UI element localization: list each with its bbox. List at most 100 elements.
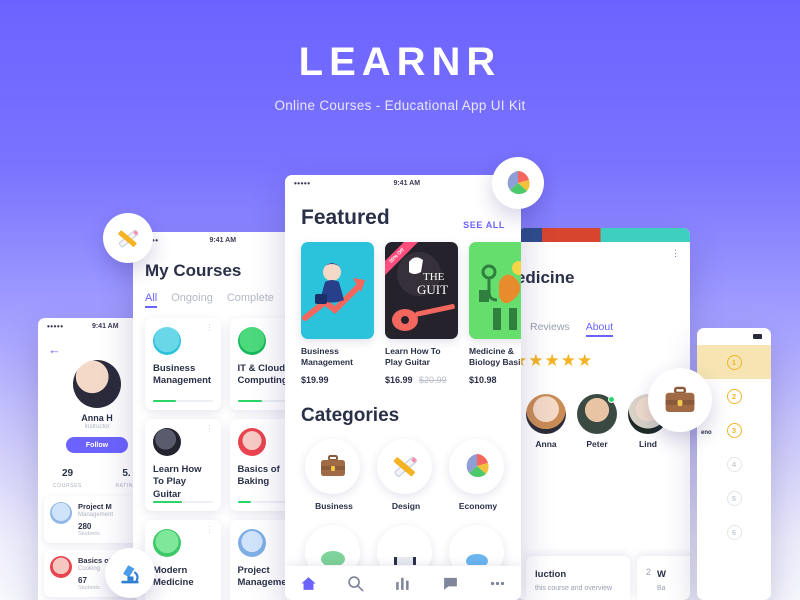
back-arrow-icon[interactable]: ← [48,343,61,356]
signal-icon: ••••• [294,179,311,188]
book-icon [393,557,416,566]
overflow-menu-icon[interactable]: ⋮ [206,324,214,332]
overflow-menu-icon[interactable]: ⋮ [206,526,214,534]
battery-icon [753,334,762,339]
hero-header: LEARNR Online Courses - Educational App … [0,0,800,113]
signal-icon: ••••• [47,322,64,331]
follow-button[interactable]: Follow [66,437,128,453]
tab-reviews[interactable]: Reviews [530,321,570,337]
reviewer[interactable]: Peter [577,394,617,449]
tab-ongoing[interactable]: Ongoing [171,292,213,308]
home-icon[interactable] [300,575,317,592]
lesson-number: 5 [726,490,742,506]
course-thumbnail-icon [50,502,72,524]
course-grid: ⋮ Business Management ⋮ IT & Cloud Compu… [133,308,305,600]
search-icon[interactable] [347,575,364,592]
lesson-row[interactable]: 1 [697,345,771,379]
avatar [73,360,121,408]
lesson-row[interactable]: 5 [697,481,771,515]
rating-stars: ★★★★★ [518,351,594,370]
floating-badge-business[interactable] [648,368,712,432]
student-label: Students [78,531,100,537]
course-thumbnail [469,242,521,339]
avatar [526,394,566,434]
detail-tabs: Reviews About [530,321,690,337]
course-title: Project M [78,502,112,511]
featured-course-card[interactable]: THE GUIT 30% Off Learn How To Play Guita… [385,242,458,385]
course-thumbnail: THE GUIT 30% Off [385,242,458,339]
overflow-menu-icon[interactable]: ⋮ [671,249,680,257]
lesson-row[interactable]: 6 [697,515,771,549]
course-thumbnail [301,242,374,339]
category-design[interactable]: Design [377,438,435,511]
course-price: $19.99 [301,374,329,385]
featured-course-card[interactable]: Business Management $19.99 [301,242,374,385]
course-card[interactable]: ⋮ Learn How To Play Guitar [145,419,221,511]
course-name: Learn How To Play Guitar [385,346,441,368]
categories-title: Categories [301,404,400,426]
course-name: Learn How To Play Guitar [153,464,202,500]
category-business[interactable]: Business [305,438,363,511]
stat-courses: 29 COURSES [38,463,97,489]
stats-bars-icon[interactable] [394,575,411,592]
tab-about[interactable]: About [585,321,614,337]
floating-badge-microscope[interactable] [105,548,155,598]
featured-course-card[interactable]: Medicine & Biology Basics $10.98 [469,242,521,385]
lesson-number: 3 [726,422,742,438]
lesson-number: 4 [726,456,742,472]
progress-bar [153,399,213,402]
course-card[interactable]: ⋮ Business Management [145,318,221,410]
business-illustration [302,263,365,321]
featured-header: Featured SEE ALL [285,192,521,230]
floating-badge-design[interactable] [103,213,153,263]
course-title: rn Medicine [518,268,575,287]
active-lesson-band[interactable]: 1 [697,345,771,379]
lesson-card[interactable]: luction this course and overview [526,556,630,600]
overflow-menu-icon[interactable]: ⋮ [206,425,214,433]
stat-value: 29 [61,468,74,479]
stat-value: 5. [122,468,131,479]
more-icon[interactable] [489,575,506,592]
my-courses-screen: ••••• 9:41 AM My Courses All Ongoing Com… [133,232,305,600]
tab-complete[interactable]: Complete [227,292,274,308]
current-price: $16.99 [385,374,413,385]
status-bar: ••••• 9:41 AM [133,232,305,249]
svg-text:GUIT: GUIT [417,282,448,297]
pie-chart-icon [507,171,530,195]
course-name: Medicine & Biology Basics [469,346,521,368]
microscope-icon [121,565,139,584]
course-filter-tabs: All Ongoing Complete [145,292,305,308]
pie-chart-icon [466,454,489,478]
online-status-badge [608,396,615,403]
course-icon [153,428,181,456]
course-icon [153,327,181,355]
reviewer[interactable]: Anna [526,394,566,449]
lesson-subtitle: Ba [657,585,666,592]
tab-all[interactable]: All [145,292,158,308]
course-author: McGee [518,292,690,303]
course-icon [153,529,181,557]
course-price: $10.98 [469,374,497,385]
course-card[interactable]: ⋮ Modern Medicine [145,520,221,600]
floating-badge-economy[interactable] [492,157,544,209]
status-time: 9:41 AM [209,237,237,244]
lesson-title: luction [535,569,567,580]
course-price: $16.99 $20.99 [385,375,458,385]
category-economy[interactable]: Economy [449,438,507,511]
lesson-number: 6 [726,524,742,540]
lesson-card[interactable]: 2 W Ba [637,556,690,600]
student-count: 280 [78,522,92,531]
bottom-navigation [285,566,521,600]
briefcase-icon [320,455,345,477]
category-list: Business Design Economy [285,427,521,580]
lesson-cards: luction this course and overview 2 W Ba [526,556,690,600]
original-price: $20.99 [419,374,447,385]
leaf-icon [320,551,345,566]
see-all-link[interactable]: SEE ALL [463,220,505,230]
chat-icon[interactable] [442,575,459,592]
student-label: Students [78,585,100,591]
lesson-subtitle: this course and overview [535,585,613,592]
briefcase-icon [665,386,695,412]
status-bar: ••••• 9:41 AM [285,175,521,192]
course-name: Business Management [153,363,212,387]
